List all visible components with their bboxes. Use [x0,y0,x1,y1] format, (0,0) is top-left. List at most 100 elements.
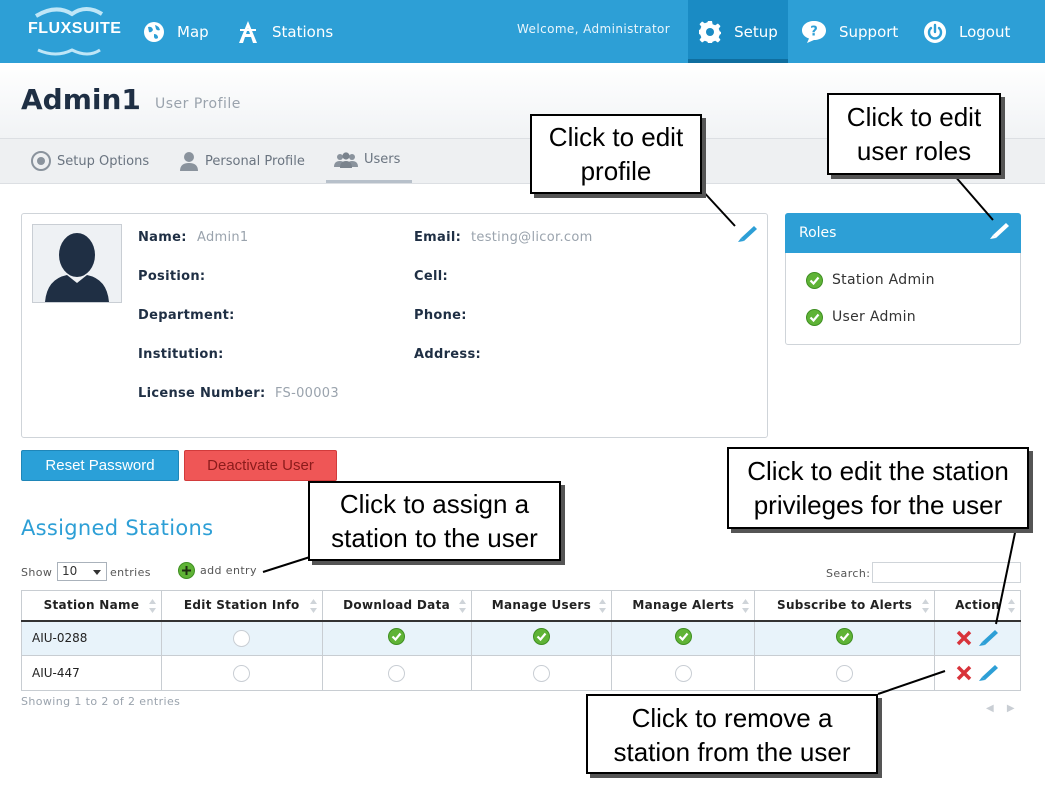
edit-profile-pencil-icon[interactable] [737,225,759,243]
privilege-cell [470,620,613,656]
avatar [32,224,122,303]
role-label: Station Admin [832,272,935,288]
edit-pencil-icon[interactable] [978,664,1000,682]
table-info: Showing 1 to 2 of 2 entries [21,695,181,708]
privilege-toggle-off[interactable] [836,664,854,682]
email-label: Email: [414,230,462,245]
check-circle-icon[interactable] [836,628,854,646]
remove-x-icon[interactable] [956,630,972,646]
sort-arrows-icon [742,599,750,613]
check-circle-icon [806,271,823,289]
column-header-subscribe-to-alerts[interactable]: Subscribe to Alerts [754,590,936,622]
column-header-station-name[interactable]: Station Name [21,590,162,622]
column-header-manage-alerts[interactable]: Manage Alerts [611,590,756,622]
add-entry-link[interactable]: add entry [178,562,257,579]
callout-line: station to the user [331,523,538,553]
table-header-row: Station Name Edit Station Info Download … [21,590,1021,622]
nav-stations-label: Stations [272,22,334,41]
action-cell [934,620,1021,656]
edit-roles-pencil-icon[interactable] [989,222,1011,240]
search-input[interactable] [872,562,1021,583]
tab-personal-profile[interactable]: Personal Profile [179,139,305,183]
privilege-cell [321,655,472,691]
tab-setup-options-label: Setup Options [57,153,150,169]
privilege-toggle-off[interactable] [233,664,251,682]
callout-line: Click to edit the station [747,456,1009,486]
column-header-edit-station-info[interactable]: Edit Station Info [160,590,323,622]
privilege-toggle-off[interactable] [674,664,692,682]
column-header-action[interactable]: Action [934,590,1021,622]
privilege-cell [160,655,323,691]
table-row: AIU-0288 [21,620,1021,656]
station-name-cell: AIU-0288 [21,620,162,656]
power-icon [924,20,946,43]
privilege-cell [754,655,936,691]
person-silhouette-icon [45,233,109,302]
person-icon [180,152,198,171]
privilege-cell [611,620,756,656]
address-label: Address: [414,347,481,362]
assigned-stations-title: Assigned Stations [21,516,214,540]
sort-arrows-icon [1008,599,1015,613]
tab-personal-profile-label: Personal Profile [205,153,305,169]
svg-text:?: ? [810,24,818,39]
pagination[interactable]: ◀ ▶ [986,703,1015,714]
callout-line: station from the user [613,737,851,767]
next-page-icon[interactable]: ▶ [1007,703,1015,714]
edit-pencil-icon[interactable] [978,629,1000,647]
check-circle-icon[interactable] [532,628,550,646]
privilege-cell [321,620,472,656]
sort-arrows-icon [922,599,930,613]
column-label: Edit Station Info [183,598,300,613]
callout-assign-station: Click to assign a station to the user [308,481,561,561]
privilege-toggle-off[interactable] [233,629,251,647]
privilege-cell [611,655,756,691]
license-value: FS-00003 [275,386,339,401]
column-label: Action [955,598,1000,613]
nav-map[interactable]: Map [143,0,209,63]
page-subtitle: User Profile [155,96,241,112]
column-label: Manage Users [491,598,592,613]
callout-line: Click to edit [846,102,982,132]
callout-edit-roles: Click to edit user roles [827,93,1001,175]
plus-circle-icon [178,562,195,579]
check-circle-icon[interactable] [388,628,406,646]
privilege-toggle-off[interactable] [388,664,406,682]
remove-x-icon[interactable] [956,665,972,681]
tab-setup-options[interactable]: Setup Options [31,139,149,183]
nav-setup-label: Setup [734,22,778,41]
institution-label: Institution: [138,347,224,362]
privilege-toggle-off[interactable] [532,664,550,682]
deactivate-user-button[interactable]: Deactivate User [184,450,337,481]
nav-setup[interactable]: Setup [688,0,788,63]
globe-icon [144,21,164,42]
position-label: Position: [138,269,206,284]
tab-users[interactable]: Users [326,139,412,183]
column-label: Download Data [343,598,451,613]
roles-title: Roles [799,225,837,241]
check-circle-icon[interactable] [674,628,692,646]
nav-support-label: Support [839,22,899,41]
nav-support[interactable]: ? Support [801,0,898,63]
column-header-manage-users[interactable]: Manage Users [470,590,613,622]
logo-text: FLUXSUITE [28,20,122,37]
column-header-download-data[interactable]: Download Data [321,590,472,622]
entries-select[interactable]: 10 [57,562,107,581]
prev-page-icon[interactable]: ◀ [986,703,994,714]
nav-stations[interactable]: Stations [236,0,333,63]
callout-line: Click to edit [548,122,684,152]
license-label: License Number: [138,386,266,401]
speech-bubble-question-icon: ? [802,20,826,43]
action-cell [934,655,1021,691]
nav-logout-label: Logout [959,22,1011,41]
reset-password-button[interactable]: Reset Password [21,450,179,481]
callout-line: privileges for the user [753,490,1003,520]
stations-table: Station Name Edit Station Info Download … [21,590,1021,691]
column-label: Manage Alerts [632,598,735,613]
department-label: Department: [138,308,235,323]
nav-logout[interactable]: Logout [923,0,1010,63]
sort-arrows-icon [148,599,156,613]
tab-users-label: Users [364,152,401,167]
callout-edit-privileges: Click to edit the station privileges for… [727,447,1029,529]
table-row: AIU-447 [21,655,1021,691]
